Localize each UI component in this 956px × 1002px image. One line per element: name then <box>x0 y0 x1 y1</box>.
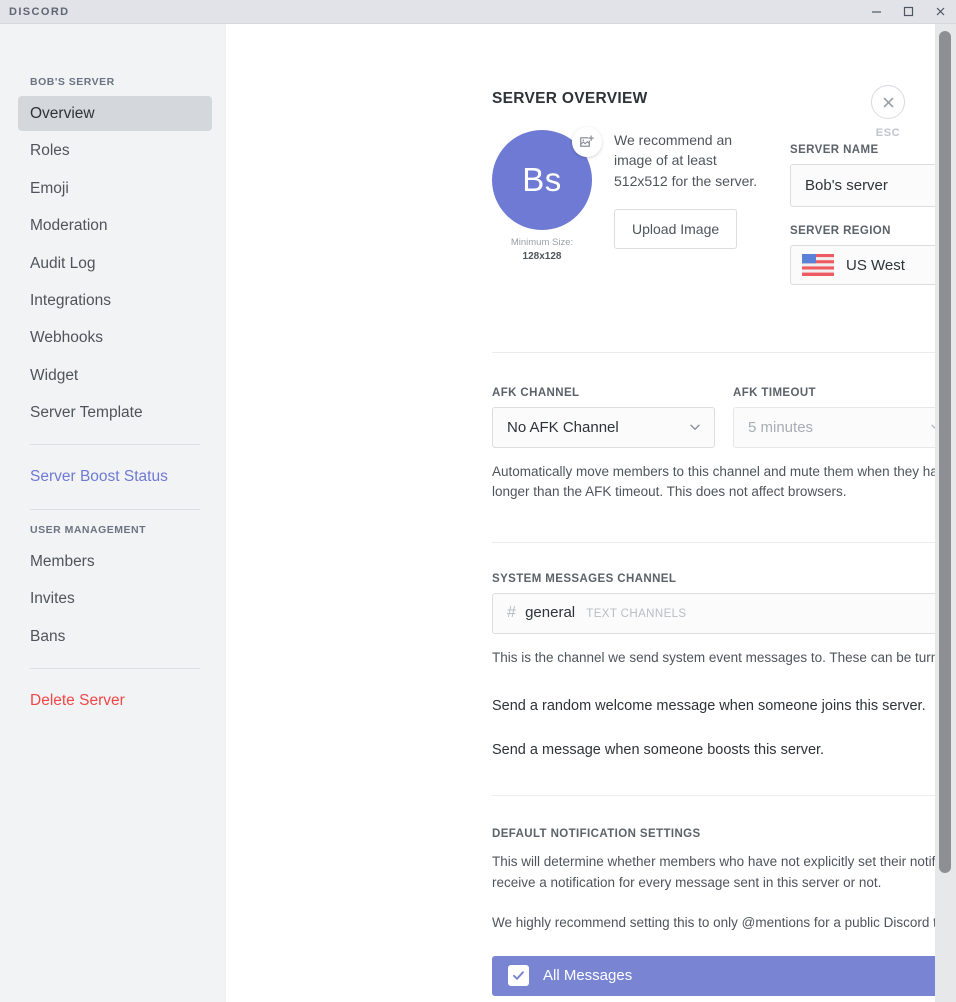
server-region-field[interactable]: US West Change <box>790 245 956 285</box>
settings-sidebar: BOB'S SERVER Overview Roles Emoji Modera… <box>0 24 226 1002</box>
sidebar-item-label: Emoji <box>30 179 69 197</box>
minimize-button[interactable] <box>860 0 892 24</box>
minimum-size-label: Minimum Size: <box>510 237 574 248</box>
maximize-button[interactable] <box>892 0 924 24</box>
avatar-note-column: We recommend an image of at least 512x51… <box>614 130 774 264</box>
avatar-column: Bs Minimum Size: 128x128 <box>492 127 602 264</box>
avatar-minimum-size: Minimum Size: 128x128 <box>492 237 592 264</box>
close-button[interactable] <box>924 0 956 24</box>
settings-main: SERVER OVERVIEW Bs Minimum Size: 128x128… <box>226 24 956 1002</box>
sidebar-server-header: BOB'S SERVER <box>30 76 115 88</box>
sidebar-item-members[interactable]: Members <box>18 544 212 579</box>
notification-option-label: All Messages <box>543 967 633 985</box>
notification-settings-title: DEFAULT NOTIFICATION SETTINGS <box>492 828 701 841</box>
sidebar-item-webhooks[interactable]: Webhooks <box>18 320 212 355</box>
system-messages-label: SYSTEM MESSAGES CHANNEL <box>492 572 677 585</box>
system-messages-section: SYSTEM MESSAGES CHANNEL # general TEXT C… <box>492 573 956 669</box>
afk-channel-value: No AFK Channel <box>507 418 619 436</box>
sidebar-item-emoji[interactable]: Emoji <box>18 171 212 206</box>
sidebar-item-invites[interactable]: Invites <box>18 581 212 616</box>
afk-timeout-group: AFK TIMEOUT 5 minutes <box>733 387 956 448</box>
sidebar-item-label: Webhooks <box>30 329 103 347</box>
sidebar-item-bans[interactable]: Bans <box>18 619 212 654</box>
name-region-column: SERVER NAME SERVER REGION US <box>790 144 956 285</box>
system-messages-channel-category: TEXT CHANNELS <box>586 608 687 621</box>
app-logo: DISCORD <box>9 5 70 18</box>
system-messages-channel-select[interactable]: # general TEXT CHANNELS <box>492 592 956 634</box>
close-settings-button[interactable]: ESC <box>855 85 921 139</box>
upload-image-button[interactable]: Upload Image <box>614 209 738 250</box>
sidebar-item-label: Integrations <box>30 291 111 309</box>
us-flag-icon <box>802 254 834 276</box>
server-name-label: SERVER NAME <box>790 144 879 156</box>
notification-option-all-messages[interactable]: All Messages <box>492 955 956 996</box>
sidebar-item-roles[interactable]: Roles <box>18 133 212 168</box>
sidebar-item-overview[interactable]: Overview <box>18 96 212 132</box>
sidebar-item-label: Members <box>30 552 95 570</box>
sidebar-item-moderation[interactable]: Moderation <box>18 208 212 243</box>
sidebar-item-server-template[interactable]: Server Template <box>18 395 212 430</box>
sidebar-divider <box>30 508 200 510</box>
avatar-recommendation-text: We recommend an image of at least 512x51… <box>614 132 758 189</box>
close-icon[interactable] <box>871 85 905 119</box>
window-titlebar: DISCORD <box>0 0 956 24</box>
chevron-down-icon <box>688 420 702 434</box>
afk-timeout-value: 5 minutes <box>748 418 814 436</box>
sidebar-item-label: Server Template <box>30 404 143 421</box>
server-region-label: SERVER REGION <box>790 225 891 237</box>
checkbox-checked-icon[interactable] <box>508 965 529 987</box>
sidebar-item-label: Overview <box>30 105 95 122</box>
afk-help-text: Automatically move members to this chann… <box>492 463 956 500</box>
sidebar-item-label: Audit Log <box>30 254 96 272</box>
sidebar-item-delete-server[interactable]: Delete Server <box>18 683 212 718</box>
sidebar-item-audit-log[interactable]: Audit Log <box>18 246 212 281</box>
scrollbar-thumb[interactable] <box>939 31 951 873</box>
section-divider <box>492 541 956 543</box>
server-name-input[interactable] <box>790 164 956 207</box>
afk-timeout-select[interactable]: 5 minutes <box>733 406 956 448</box>
system-messages-channel-value: general <box>525 604 576 622</box>
sidebar-item-integrations[interactable]: Integrations <box>18 283 212 318</box>
avatar-wrapper: Bs <box>492 127 602 230</box>
esc-label: ESC <box>875 127 901 139</box>
afk-channel-select[interactable]: No AFK Channel <box>492 406 715 448</box>
system-messages-help-text: This is the channel we send system event… <box>492 649 956 665</box>
scrollbar-track[interactable] <box>935 24 956 1002</box>
notification-paragraph-2-prefix: We highly recommend setting this to only… <box>492 915 956 931</box>
section-divider <box>492 351 956 353</box>
afk-timeout-label: AFK TIMEOUT <box>733 386 816 399</box>
sidebar-item-server-boost-status[interactable]: Server Boost Status <box>18 459 212 494</box>
welcome-message-toggle-row: Send a random welcome message when someo… <box>492 694 956 718</box>
sidebar-item-widget[interactable]: Widget <box>18 358 212 393</box>
boost-message-toggle-label: Send a message when someone boosts this … <box>492 742 825 759</box>
afk-section: AFK CHANNEL No AFK Channel AFK TIMEOUT 5… <box>492 387 956 448</box>
sidebar-item-label: Moderation <box>30 217 108 235</box>
welcome-message-toggle-label: Send a random welcome message when someo… <box>492 698 926 715</box>
afk-channel-group: AFK CHANNEL No AFK Channel <box>492 387 715 448</box>
hash-icon: # <box>507 604 516 622</box>
window-controls <box>860 0 956 24</box>
sidebar-item-label: Roles <box>30 142 70 160</box>
notification-paragraph-1: This will determine whether members who … <box>492 854 956 891</box>
sidebar-divider <box>30 444 200 446</box>
afk-channel-label: AFK CHANNEL <box>492 386 580 399</box>
sidebar-item-label: Bans <box>30 627 66 645</box>
notification-paragraph-2: We highly recommend setting this to only… <box>492 913 956 934</box>
sidebar-item-label: Invites <box>30 590 75 608</box>
sidebar-divider <box>30 667 200 669</box>
notification-settings-section: DEFAULT NOTIFICATION SETTINGS This will … <box>492 828 956 996</box>
boost-message-toggle-row: Send a message when someone boosts this … <box>492 738 956 762</box>
app-body: BOB'S SERVER Overview Roles Emoji Modera… <box>0 24 956 1002</box>
minimum-size-value: 128x128 <box>522 250 562 262</box>
sidebar-user-management-header: USER MANAGEMENT <box>30 523 147 536</box>
sidebar-item-label: Widget <box>30 366 79 384</box>
add-image-icon[interactable] <box>572 127 602 157</box>
section-divider <box>492 795 956 797</box>
